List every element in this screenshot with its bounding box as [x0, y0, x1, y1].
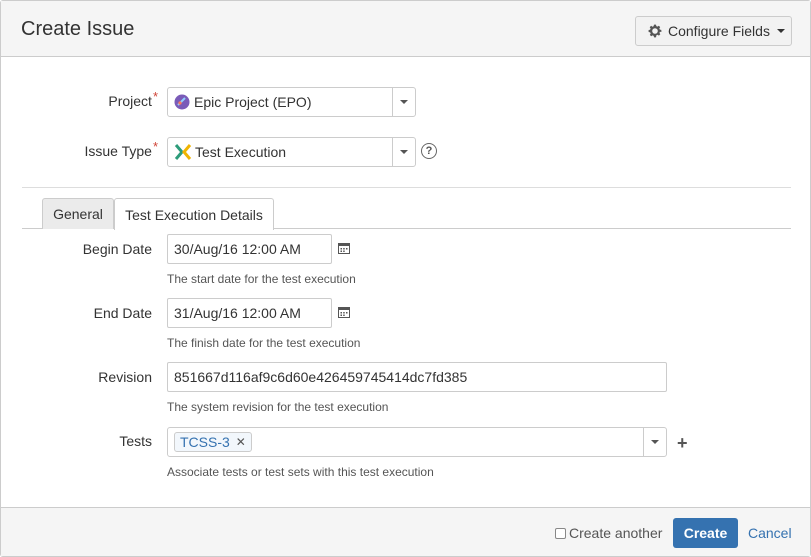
calendar-icon[interactable] [338, 242, 350, 254]
begin-date-label: Begin Date [82, 241, 152, 257]
chevron-down-icon [400, 150, 408, 154]
cancel-link[interactable]: Cancel [748, 525, 792, 541]
help-icon[interactable]: ? [421, 143, 437, 159]
create-another-label: Create another [569, 525, 663, 541]
tests-label: Tests [119, 433, 152, 449]
dialog-title: Create Issue [21, 18, 135, 40]
tab-general-label: General [53, 206, 103, 222]
revision-description: The system revision for the test executi… [167, 400, 389, 414]
chevron-down-icon [776, 29, 785, 33]
configure-fields-label: Configure Fields [668, 23, 770, 39]
tests-description: Associate tests or test sets with this t… [167, 465, 434, 479]
end-date-value: 31/Aug/16 12:00 AM [174, 305, 301, 321]
revision-value: 851667d116af9c6d60e426459745414dc7fd385 [174, 369, 468, 385]
dialog-footer: Create another Create Cancel [1, 507, 810, 556]
tab-test-execution-details-label: Test Execution Details [125, 206, 263, 223]
chevron-down-icon [400, 100, 408, 104]
revision-field[interactable]: 851667d116af9c6d60e426459745414dc7fd385 [167, 362, 667, 392]
section-divider [22, 187, 791, 188]
end-date-field[interactable]: 31/Aug/16 12:00 AM [167, 298, 332, 328]
tests-dropdown-arrow[interactable] [643, 428, 666, 456]
create-issue-dialog: Create Issue Configure Fields Project* E… [0, 0, 811, 557]
gear-icon [648, 24, 662, 38]
issue-type-dropdown-arrow[interactable] [392, 138, 415, 166]
chevron-down-icon [651, 440, 659, 444]
begin-date-description: The start date for the test execution [167, 272, 356, 286]
issue-type-select[interactable]: Test Execution [167, 137, 416, 167]
project-label: Project* [61, 89, 158, 109]
project-dropdown-arrow[interactable] [392, 88, 415, 116]
create-button[interactable]: Create [673, 518, 738, 548]
end-date-label: End Date [93, 305, 152, 321]
revision-label: Revision [98, 369, 152, 385]
issue-type-label-text: Issue Type [84, 143, 152, 159]
issue-type-label: Issue Type* [61, 139, 158, 159]
create-another-checkbox[interactable] [555, 527, 566, 539]
create-another-option[interactable]: Create another [555, 525, 662, 541]
tab-test-execution-details[interactable]: Test Execution Details [114, 198, 274, 230]
test-tag-label: TCSS-3 [180, 434, 230, 450]
configure-fields-button[interactable]: Configure Fields [635, 16, 792, 46]
begin-date-value: 30/Aug/16 12:00 AM [174, 241, 301, 257]
tab-general[interactable]: General [42, 198, 114, 229]
begin-date-field[interactable]: 30/Aug/16 12:00 AM [167, 234, 332, 264]
end-date-description: The finish date for the test execution [167, 336, 361, 350]
project-value: Epic Project (EPO) [194, 94, 312, 110]
calendar-icon[interactable] [338, 306, 350, 318]
project-avatar-icon [174, 94, 190, 110]
plus-icon[interactable]: + [677, 434, 688, 452]
issue-type-value: Test Execution [195, 144, 287, 160]
project-label-text: Project [108, 93, 152, 109]
required-marker: * [152, 139, 158, 154]
test-execution-icon [174, 144, 192, 160]
test-tag: TCSS-3 ✕ [174, 432, 252, 452]
close-icon[interactable]: ✕ [236, 435, 246, 449]
tab-bar: General Test Execution Details [22, 198, 791, 230]
required-marker: * [152, 89, 158, 104]
tests-picker[interactable]: TCSS-3 ✕ [167, 427, 667, 457]
dialog-header: Create Issue Configure Fields [1, 1, 810, 57]
project-select[interactable]: Epic Project (EPO) [167, 87, 416, 117]
